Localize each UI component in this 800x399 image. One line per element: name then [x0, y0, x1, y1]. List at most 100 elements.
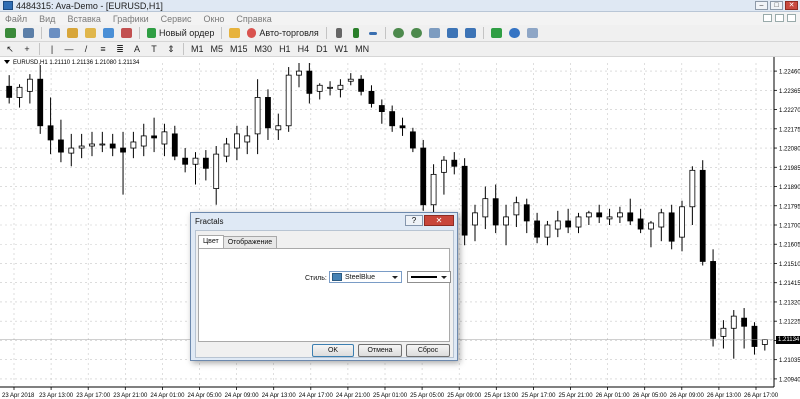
candle-body: [513, 202, 520, 216]
timeframe-m1[interactable]: M1: [189, 43, 206, 56]
x-tick-label: 26 Apr 17:00: [744, 393, 779, 399]
candle-body: [234, 133, 240, 149]
bar-chart-button[interactable]: [332, 27, 346, 40]
tab-visualization[interactable]: Отображение: [222, 236, 278, 248]
line-style-sample: [411, 276, 437, 278]
zoom-in-icon: [392, 28, 404, 38]
timeframe-w1[interactable]: W1: [333, 43, 351, 56]
timeframe-d1[interactable]: D1: [314, 43, 330, 56]
templates-button[interactable]: [525, 27, 540, 40]
arrows-button[interactable]: ⇕: [164, 43, 178, 56]
menu-window[interactable]: Окно: [203, 14, 226, 24]
menu-help[interactable]: Справка: [235, 14, 272, 24]
y-tick-label: 1.21985: [779, 166, 800, 172]
chevron-down-icon: [4, 60, 10, 64]
timeframe-mn[interactable]: MN: [353, 43, 371, 56]
market-watch-button[interactable]: [47, 27, 62, 40]
y-tick-label: 1.22460: [779, 70, 800, 76]
toolbar-separator: [183, 43, 184, 55]
timeframe-m15[interactable]: M15: [228, 43, 250, 56]
terminal-button[interactable]: [101, 27, 116, 40]
line-style-dropdown[interactable]: [407, 271, 451, 283]
candle-body: [389, 111, 396, 127]
candle-body: [409, 131, 416, 149]
timeframe-h4[interactable]: H4: [296, 43, 312, 56]
reset-button[interactable]: Сброс: [406, 344, 450, 357]
new-chart-button[interactable]: [3, 27, 18, 40]
candle-body: [730, 315, 737, 329]
zoom-in-button[interactable]: [391, 27, 406, 40]
candle-body: [68, 147, 75, 154]
autoscroll-button[interactable]: [463, 27, 478, 40]
candle-body: [296, 70, 302, 76]
new-order-icon: [147, 28, 156, 38]
ok-button[interactable]: OK: [312, 344, 354, 357]
line-chart-button[interactable]: [366, 27, 380, 40]
minimize-button[interactable]: –: [755, 1, 768, 10]
x-tick-label: 25 Apr 05:00: [410, 393, 445, 399]
new-order-button[interactable]: Новый ордер: [145, 27, 216, 40]
tab-colors[interactable]: Цвет: [198, 235, 224, 248]
toolbar-separator: [41, 27, 42, 39]
menu-tools[interactable]: Сервис: [160, 14, 193, 24]
navigator-button[interactable]: [83, 27, 98, 40]
fractals-dialog: Fractals ? ✕ Цвет Отображение Стиль: Ste…: [190, 212, 458, 361]
zoom-out-button[interactable]: [409, 27, 424, 40]
candlestick-button[interactable]: [349, 27, 363, 40]
cancel-button[interactable]: Отмена: [358, 344, 402, 357]
timeframe-m30[interactable]: M30: [253, 43, 275, 56]
horizontal-line-button[interactable]: —: [62, 43, 76, 56]
candle-body: [140, 135, 147, 147]
x-tick-label: 23 Apr 13:00: [39, 393, 74, 399]
candle-body: [26, 78, 33, 92]
metaeditor-button[interactable]: [227, 27, 242, 40]
candle-body: [751, 325, 758, 347]
close-button[interactable]: ✕: [785, 1, 798, 10]
periods-button[interactable]: [507, 27, 522, 40]
dialog-close-button[interactable]: ✕: [424, 215, 454, 226]
candle-body: [720, 327, 727, 337]
y-tick-label: 1.22080: [779, 147, 800, 153]
profiles-button[interactable]: [21, 27, 36, 40]
indicators-button[interactable]: [489, 27, 504, 40]
crosshair-button[interactable]: +: [20, 43, 34, 56]
candle-body: [16, 86, 23, 98]
candle-body: [710, 261, 716, 339]
text-button[interactable]: A: [130, 43, 144, 56]
candle-body: [523, 204, 530, 222]
candle-body: [534, 220, 540, 238]
maximize-button[interactable]: □: [770, 1, 783, 10]
menu-view[interactable]: Вид: [38, 14, 56, 24]
trendline-button[interactable]: /: [79, 43, 93, 56]
y-tick-label: 1.21320: [779, 300, 800, 306]
label-button[interactable]: T: [147, 43, 161, 56]
fibonacci-button[interactable]: ≣: [113, 43, 127, 56]
timeframe-h1[interactable]: H1: [277, 43, 293, 56]
chart-minimize-button[interactable]: [763, 14, 772, 22]
timeframe-m5[interactable]: M5: [209, 43, 226, 56]
chart-shift-button[interactable]: [445, 27, 460, 40]
menu-insert[interactable]: Вставка: [66, 14, 101, 24]
vertical-line-button[interactable]: |: [45, 43, 59, 56]
menu-charts[interactable]: Графики: [112, 14, 150, 24]
menu-file[interactable]: Файл: [4, 14, 28, 24]
chart-ohlc-text: EURUSD,H1 1.21110 1.21136 1.21080 1.2113…: [13, 60, 140, 66]
data-window-button[interactable]: [65, 27, 80, 40]
bar-chart-icon: [335, 28, 342, 38]
channel-button[interactable]: ≡: [96, 43, 110, 56]
line-chart-icon: [368, 31, 377, 35]
strategy-tester-button[interactable]: [119, 27, 134, 40]
clock-icon: [508, 28, 520, 38]
y-tick-label: 1.21415: [779, 281, 800, 287]
autotrading-button[interactable]: Авто-торговля: [245, 27, 320, 40]
tile-windows-button[interactable]: [427, 27, 442, 40]
chart-restore-button[interactable]: [775, 14, 784, 22]
chart-close-button[interactable]: [787, 14, 796, 22]
y-tick-label: 1.21795: [779, 204, 800, 210]
candle-body: [668, 212, 675, 242]
candle-body: [741, 317, 748, 327]
color-dropdown[interactable]: SteelBlue: [329, 271, 402, 283]
dialog-tabs: Цвет Отображение: [198, 235, 278, 248]
help-button[interactable]: ?: [405, 215, 423, 226]
cursor-button[interactable]: ↖: [3, 43, 17, 56]
